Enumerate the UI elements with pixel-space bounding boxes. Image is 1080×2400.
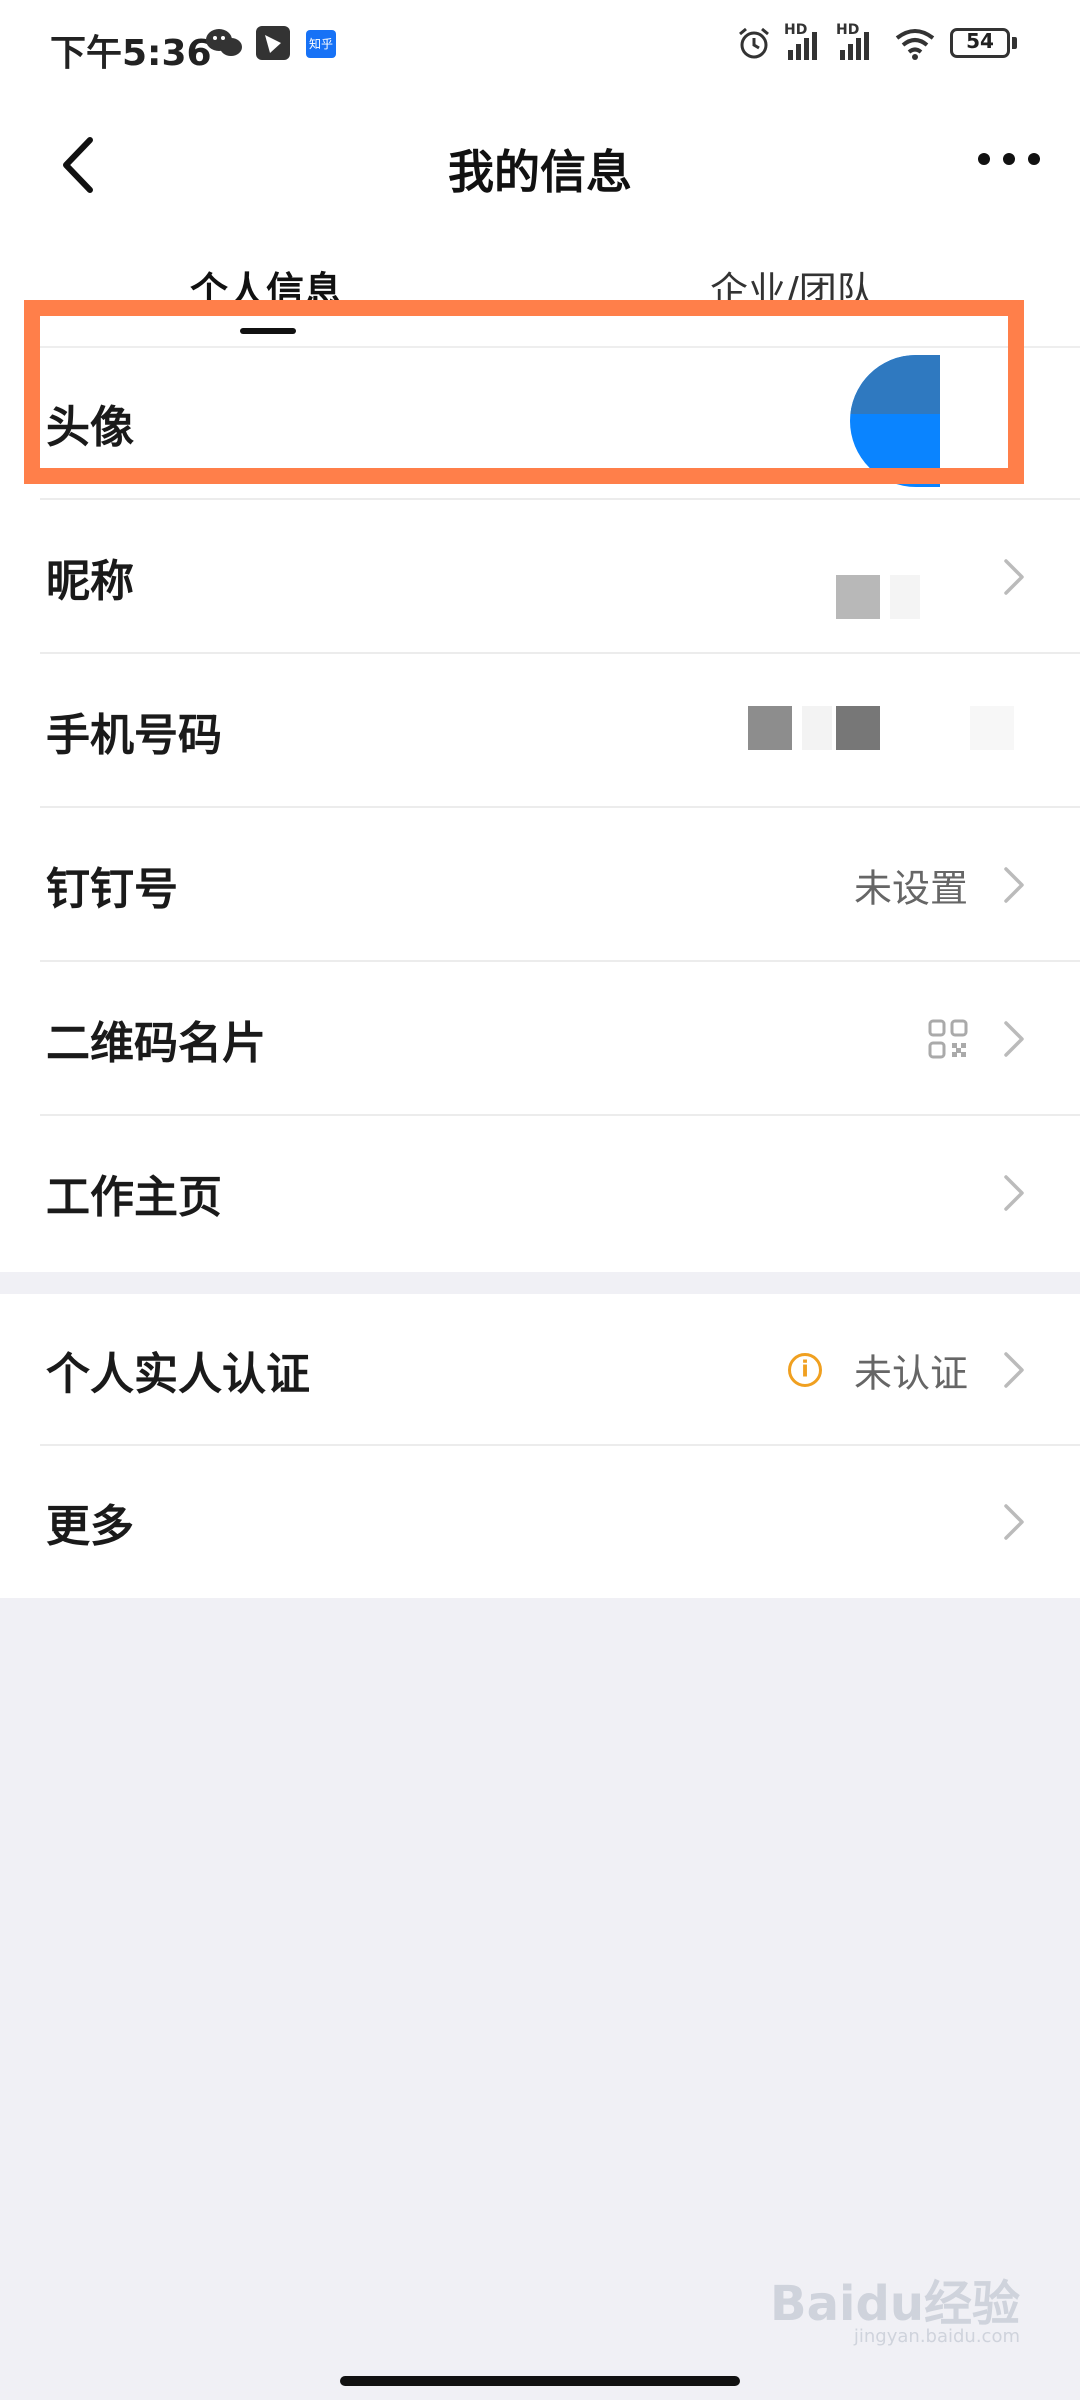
alarm-icon (739, 27, 769, 59)
row-phone[interactable]: 手机号码 (0, 654, 1080, 808)
chevron-right-icon (1004, 867, 1024, 903)
phone-redacted-4 (970, 706, 1014, 750)
section-gap (0, 1272, 1080, 1294)
row-label-qr-card: 二维码名片 (46, 1018, 266, 1069)
nickname-redacted-2 (890, 575, 920, 619)
phone-redacted-3 (836, 706, 880, 750)
row-label-nickname: 昵称 (46, 556, 134, 607)
battery-icon: 54 (950, 28, 1010, 58)
row-label-dingtalk-id: 钉钉号 (46, 864, 178, 915)
row-label-more: 更多 (46, 1501, 134, 1552)
signal-icon (788, 32, 817, 60)
battery-tip (1012, 37, 1017, 49)
status-time: 下午5:36 (50, 33, 212, 74)
row-qr-card[interactable]: 二维码名片 (0, 962, 1080, 1116)
nickname-redacted (836, 575, 880, 619)
chevron-right-icon (1004, 1175, 1024, 1211)
row-dingtalk-id[interactable]: 钉钉号 未设置 (0, 808, 1080, 962)
more-dots-icon[interactable] (974, 144, 1044, 174)
row-work-homepage[interactable]: 工作主页 (0, 1116, 1080, 1270)
watermark-brand: Baidu经验 (770, 2276, 1020, 2332)
row-value-dingtalk-id: 未设置 (853, 866, 968, 911)
phone-redacted-1 (748, 706, 792, 750)
chevron-right-icon (1004, 559, 1024, 595)
chevron-right-icon (1004, 1021, 1024, 1057)
wechat-icon (206, 29, 242, 56)
highlight-box (24, 300, 1024, 484)
row-more[interactable]: 更多 (0, 1446, 1080, 1598)
watermark-logo: Baidu经验 jingyan.baidu.com (770, 2264, 1020, 2347)
chevron-right-icon (1004, 1352, 1024, 1388)
home-indicator[interactable] (340, 2376, 740, 2386)
nav-bar: 我的信息 (0, 110, 1080, 220)
info-icon: i (788, 1353, 822, 1387)
zhihu-icon: 知乎 (306, 30, 336, 58)
app-notification-icon (256, 26, 290, 60)
phone-redacted-2 (802, 706, 832, 750)
qr-code-icon (928, 1019, 968, 1059)
chevron-right-icon (1004, 1504, 1024, 1540)
row-label-real-name-verify: 个人实人认证 (46, 1349, 310, 1400)
row-real-name-verify[interactable]: 个人实人认证 i 未认证 (0, 1294, 1080, 1446)
battery-level: 54 (966, 29, 994, 53)
wifi-icon (895, 29, 935, 60)
row-label-work-homepage: 工作主页 (46, 1172, 222, 1223)
page-title: 我的信息 (448, 145, 632, 199)
row-label-phone: 手机号码 (46, 710, 222, 761)
row-value-real-name-verify: 未认证 (853, 1351, 968, 1396)
signal-icon-2 (840, 32, 869, 60)
status-bar: 下午5:36 知乎 HD HD 54 (0, 0, 1080, 90)
